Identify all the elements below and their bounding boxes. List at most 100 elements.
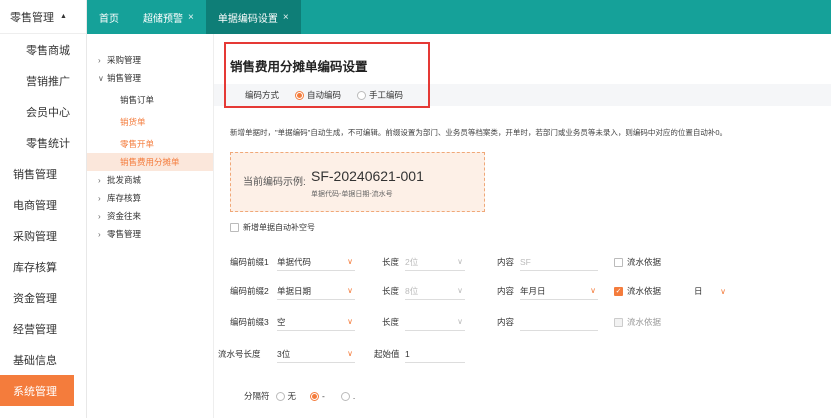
sidebar-item-sales[interactable]: 销售管理	[0, 158, 86, 189]
radio-label: 无	[287, 391, 297, 401]
chevron-right-icon: ›	[98, 211, 101, 221]
prefix-1-select[interactable]: 单据代码 ∨	[277, 253, 355, 271]
nav-sales-expense-allocation[interactable]: 销售费用分摊单	[87, 153, 213, 171]
chevron-down-icon: ∨	[98, 73, 104, 83]
sidebar-item-member-center[interactable]: 会员中心	[0, 96, 86, 127]
sidebar-item-label: 销售管理	[13, 168, 57, 181]
separator-none[interactable]: 无	[275, 390, 297, 402]
start-value-input[interactable]: 1	[405, 345, 465, 363]
start-value-label: 起始值	[374, 349, 400, 359]
chevron-right-icon: ›	[98, 55, 101, 65]
content-label: 内容	[497, 257, 515, 267]
example-format: 单据代码-单据日期-流水号	[311, 191, 393, 198]
sidebar-item-ecommerce[interactable]: 电商管理	[0, 189, 86, 220]
chevron-down-icon: ∨	[347, 317, 353, 326]
nav-funds[interactable]: › 资金往来	[87, 207, 213, 225]
nav-retail-billing[interactable]: 零售开单	[87, 135, 213, 153]
prefix-3-flow-checkbox[interactable]: 流水依据	[614, 313, 661, 331]
sidebar-item-label: 电商管理	[13, 199, 57, 212]
prefix-2-length-select[interactable]: 8位 ∨	[405, 282, 465, 300]
checkbox	[614, 257, 623, 267]
separator-dash[interactable]: -	[310, 391, 325, 401]
check-icon: ✓	[614, 286, 623, 296]
chevron-down-icon: ∨	[347, 257, 353, 266]
close-icon[interactable]: ×	[188, 12, 194, 23]
prefix-1-flow-checkbox[interactable]: 流水依据	[614, 253, 661, 271]
chevron-down-icon: ∨	[720, 286, 726, 296]
nav-sales-slip[interactable]: 销货单	[87, 113, 213, 131]
tab-overstock-alert[interactable]: 超储预警 ×	[131, 0, 206, 34]
nav-label: 采购管理	[107, 55, 142, 65]
nav-retail[interactable]: › 零售管理	[87, 225, 213, 243]
tab-label: 单据编码设置	[217, 13, 278, 25]
sidebar-item-retail-stats[interactable]: 零售统计	[0, 127, 86, 158]
nav-sales[interactable]: ∨ 销售管理	[87, 69, 213, 87]
sidebar-item-inventory[interactable]: 库存核算	[0, 251, 86, 282]
example-box: 当前编码示例: SF-20240621-001 单据代码-单据日期-流水号	[230, 152, 485, 212]
flow-label: 流水依据	[627, 286, 662, 296]
sidebar-item-label: 经营管理	[13, 323, 57, 336]
sidebar-group-retail[interactable]: 零售管理 ▲	[0, 0, 86, 34]
length-label: 长度	[382, 257, 400, 267]
content-label: 内容	[497, 286, 515, 296]
prefix-3-select[interactable]: 空 ∨	[277, 313, 355, 331]
close-icon[interactable]: ×	[283, 12, 289, 23]
chevron-down-icon: ∨	[590, 286, 596, 295]
chevron-down-icon: ∨	[347, 286, 353, 295]
autofill-checkbox[interactable]	[230, 223, 239, 232]
nav-sales-order[interactable]: 销售订单	[87, 91, 213, 109]
sidebar-item-label: 系统管理	[13, 385, 57, 398]
length-label: 长度	[382, 317, 400, 327]
separator-row: 分隔符 无 - .	[244, 390, 355, 402]
sidebar-item-operations[interactable]: 经营管理	[0, 313, 86, 344]
nav-inventory[interactable]: › 库存核算	[87, 189, 213, 207]
nav-label: 销货单	[120, 117, 146, 127]
chevron-down-icon: ∨	[457, 257, 463, 266]
sidebar-item-system[interactable]: 系统管理	[0, 375, 74, 406]
nav-label: 零售管理	[107, 229, 142, 239]
sidebar-group-label: 零售管理	[10, 11, 54, 24]
tab-doc-code-settings[interactable]: 单据编码设置 ×	[205, 0, 301, 34]
prefix-2-content-select[interactable]: 年月日 ∨	[520, 282, 598, 300]
sidebar-item-basic-info[interactable]: 基础信息	[0, 344, 86, 375]
sidebar-item-purchase[interactable]: 采购管理	[0, 220, 86, 251]
checkbox	[614, 317, 623, 327]
sidebar-item-label: 资金管理	[13, 292, 57, 305]
sidebar-item-retail-mall[interactable]: 零售商城	[0, 34, 86, 65]
prefix-label: 编码前缀2	[230, 286, 269, 296]
autofill-checkbox-row[interactable]: 新增单据自动补空号	[230, 222, 315, 233]
tab-label: 首页	[99, 13, 119, 25]
separator-dot[interactable]: .	[340, 391, 355, 401]
flow-unit-select[interactable]: 日 ∨	[694, 282, 728, 300]
sidebar-item-marketing[interactable]: 营销推广	[0, 65, 86, 96]
prefix-1-content-input[interactable]: SF	[520, 253, 598, 271]
main-panel: 编码方式 自动编码 手工编码 销售费用分摊单编码设置 新增单据时，"单据编码"自…	[214, 34, 831, 418]
prefix-3-content-input[interactable]	[520, 313, 598, 331]
nav-label: 零售开单	[120, 139, 155, 149]
prefix-label: 编码前缀3	[230, 317, 269, 327]
select-value: 8位	[405, 285, 419, 296]
nav-label: 资金往来	[107, 211, 142, 221]
radio-dot	[310, 391, 320, 401]
nav-label: 销售订单	[120, 95, 155, 105]
prefix-2-select[interactable]: 单据日期 ∨	[277, 282, 355, 300]
sidebar-item-label: 基础信息	[13, 354, 57, 367]
tab-home[interactable]: 首页	[87, 0, 131, 34]
prefix-label: 编码前缀1	[230, 257, 269, 267]
prefix-1-length-select[interactable]: 2位 ∨	[405, 253, 465, 271]
prefix-3-length-select[interactable]: ∨	[405, 313, 465, 331]
main-sidebar: 零售管理 ▲ 零售商城 营销推广 会员中心 零售统计 销售管理 电商管理 采购管…	[0, 0, 87, 418]
prefix-2-flow-checkbox[interactable]: ✓ 流水依据	[614, 282, 661, 300]
sidebar-item-funds[interactable]: 资金管理	[0, 282, 86, 313]
nav-wholesale-mall[interactable]: › 批发商城	[87, 171, 213, 189]
caret-up-icon: ▲	[60, 13, 67, 20]
radio-dot	[275, 391, 285, 401]
nav-purchase[interactable]: › 采购管理	[87, 51, 213, 69]
input-value: 1	[405, 348, 410, 359]
sidebar-item-label: 采购管理	[13, 230, 57, 243]
serial-length-select[interactable]: 3位 ∨	[277, 345, 355, 363]
select-value: 3位	[277, 348, 291, 359]
select-value: 2位	[405, 256, 419, 267]
nav-label: 批发商城	[107, 175, 142, 185]
description-text: 新增单据时，"单据编码"自动生成，不可编辑。前缀设置为部门、业务员等档案类，开单…	[230, 128, 727, 137]
